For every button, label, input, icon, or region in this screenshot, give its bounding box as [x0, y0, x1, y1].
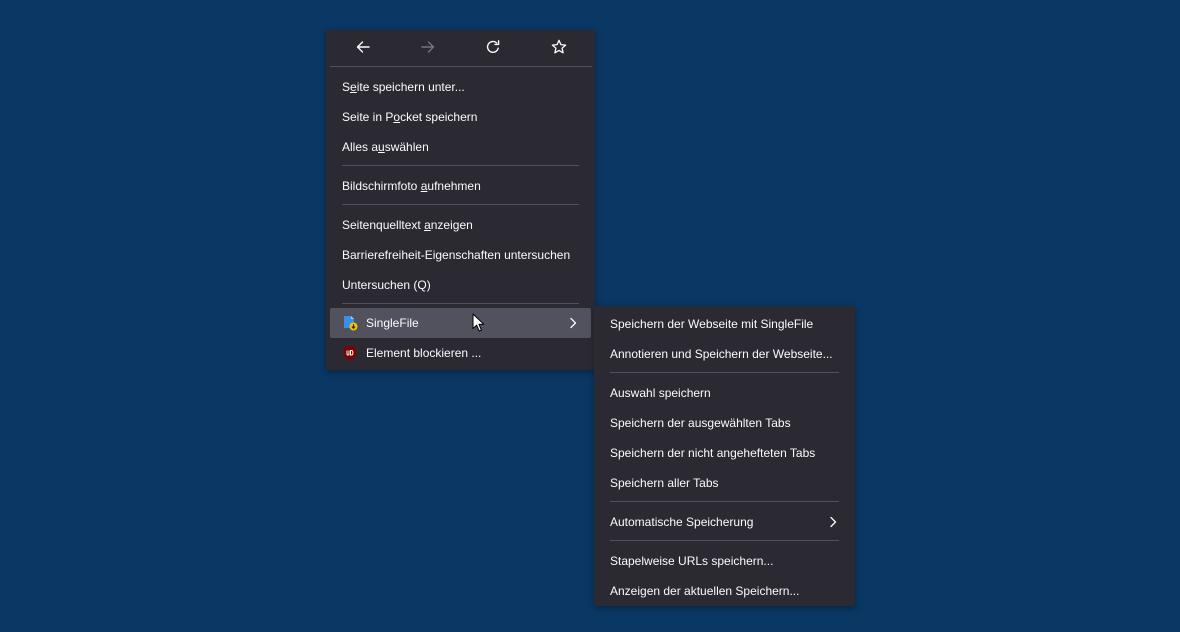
menu-item-label: Auswahl speichern — [610, 386, 711, 400]
back-button[interactable] — [351, 37, 375, 57]
ublock-origin-icon — [344, 346, 356, 360]
singlefile-submenu: Speichern der Webseite mit SingleFile An… — [594, 306, 855, 606]
menu-separator — [342, 165, 579, 166]
mouse-cursor-icon — [472, 313, 485, 332]
menu-item-label: Stapelweise URLs speichern... — [610, 554, 774, 568]
menu-item-label: Seite speichern unter... — [342, 80, 465, 94]
bookmark-button[interactable] — [547, 37, 571, 57]
menu-item-label: Alles auswählen — [342, 140, 429, 154]
menu-separator — [330, 66, 592, 67]
forward-button[interactable] — [416, 37, 440, 57]
submenu-item-save-selection[interactable]: Auswahl speichern — [598, 378, 851, 408]
submenu-item-show-pending-saves[interactable]: Anzeigen der aktuellen Speichern... — [598, 576, 851, 606]
menu-item-label: Barrierefreiheit-Eigenschaften untersuch… — [342, 248, 571, 262]
menu-item-label: Bildschirmfoto aufnehmen — [342, 179, 481, 193]
menu-item-save-page-as[interactable]: Seite speichern unter... — [330, 72, 591, 102]
menu-separator — [610, 540, 839, 541]
menu-item-view-source[interactable]: Seitenquelltext anzeigen — [330, 210, 591, 240]
menu-item-label: Automatische Speicherung — [610, 515, 754, 529]
menu-item-block-element[interactable]: Element blockieren ... — [330, 338, 591, 368]
menu-item-label: Element blockieren ... — [366, 346, 482, 360]
menu-item-select-all[interactable]: Alles auswählen — [330, 132, 591, 162]
singlefile-icon — [344, 316, 358, 331]
reload-icon — [486, 40, 500, 53]
page-context-menu: Seite speichern unter... Seite in Pocket… — [326, 30, 595, 370]
submenu-item-save-all-tabs[interactable]: Speichern aller Tabs — [598, 468, 851, 498]
menu-separator — [610, 501, 839, 502]
menu-item-inspect[interactable]: Untersuchen (Q) — [330, 270, 591, 300]
menu-item-save-to-pocket[interactable]: Seite in Pocket speichern — [330, 102, 591, 132]
menu-separator — [342, 204, 579, 205]
menu-item-label: Annotieren und Speichern der Webseite... — [610, 347, 833, 361]
menu-separator — [342, 303, 579, 304]
menu-item-label: Speichern der ausgewählten Tabs — [610, 416, 791, 430]
menu-item-label: Speichern der nicht angehefteten Tabs — [610, 446, 816, 460]
menu-item-label: Seitenquelltext anzeigen — [342, 218, 473, 232]
submenu-item-save-selected-tabs[interactable]: Speichern der ausgewählten Tabs — [598, 408, 851, 438]
menu-item-inspect-accessibility[interactable]: Barrierefreiheit-Eigenschaften untersuch… — [330, 240, 591, 270]
menu-item-label: SingleFile — [366, 316, 419, 330]
chevron-right-icon — [830, 516, 837, 528]
menu-item-label: Speichern der Webseite mit SingleFile — [610, 317, 814, 331]
chevron-right-icon — [570, 317, 577, 329]
menu-item-label: Anzeigen der aktuellen Speichern... — [610, 584, 800, 598]
submenu-item-auto-save[interactable]: Automatische Speicherung — [598, 507, 851, 537]
menu-item-take-screenshot[interactable]: Bildschirmfoto aufnehmen — [330, 171, 591, 201]
menu-item-singlefile[interactable]: SingleFile — [330, 308, 591, 338]
arrow-left-icon — [356, 41, 370, 53]
submenu-item-batch-save-urls[interactable]: Stapelweise URLs speichern... — [598, 546, 851, 576]
arrow-right-icon — [421, 41, 435, 53]
star-icon — [551, 39, 567, 54]
reload-button[interactable] — [481, 37, 505, 57]
menu-separator — [610, 372, 839, 373]
menu-item-label: Untersuchen (Q) — [342, 278, 431, 292]
submenu-item-annotate-and-save[interactable]: Annotieren und Speichern der Webseite... — [598, 339, 851, 369]
menu-item-label: Speichern aller Tabs — [610, 476, 719, 490]
navigation-bar — [326, 30, 595, 64]
menu-item-label: Seite in Pocket speichern — [342, 110, 478, 124]
submenu-item-save-page[interactable]: Speichern der Webseite mit SingleFile — [598, 309, 851, 339]
submenu-item-save-unpinned-tabs[interactable]: Speichern der nicht angehefteten Tabs — [598, 438, 851, 468]
